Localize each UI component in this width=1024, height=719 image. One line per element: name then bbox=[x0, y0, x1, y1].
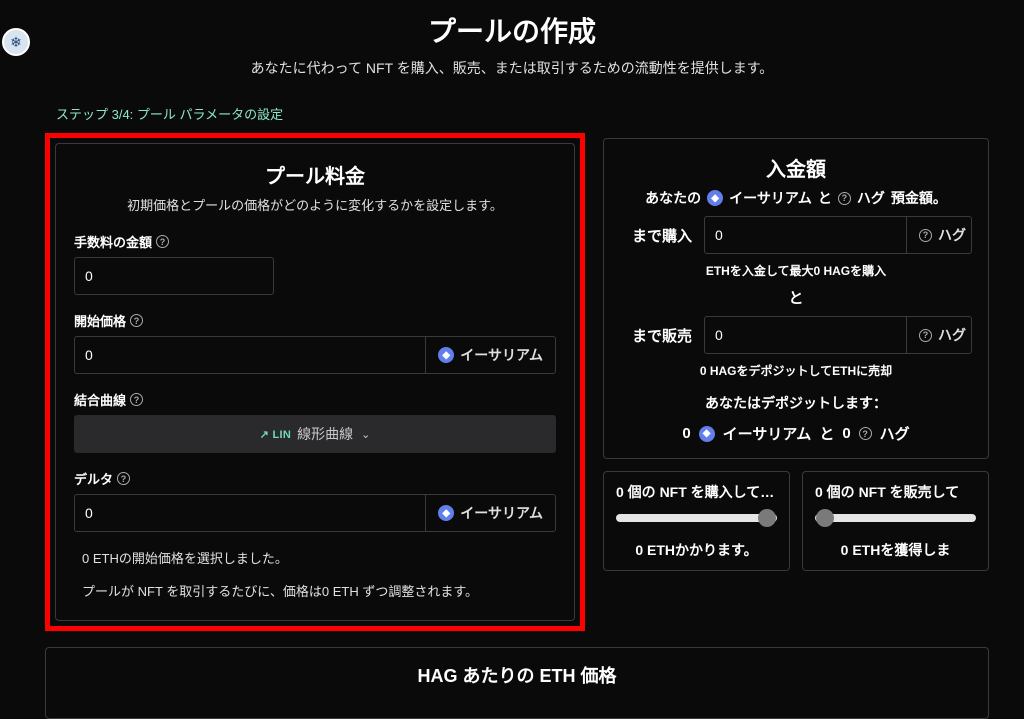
deposit-column: 入金額 あなたの ◆ イーサリアム と ? ハグ 預金額。 まで購入 ? ハグ bbox=[603, 138, 989, 631]
delta-input[interactable] bbox=[75, 495, 425, 531]
pricing-info-2: プールが NFT を取引するたびに、価格は0 ETH ずつ調整されます。 bbox=[82, 581, 548, 600]
start-price-field: 開始価格 ? ◆ イーサリアム bbox=[74, 311, 556, 374]
help-icon[interactable]: ? bbox=[156, 235, 169, 248]
price-chart-panel: HAG あたりの ETH 価格 bbox=[45, 647, 989, 719]
page-title: プールの作成 bbox=[0, 10, 1024, 50]
ethereum-icon: ◆ bbox=[438, 347, 454, 363]
page-header: プールの作成 あなたに代わって NFT を購入、販売、または取引するための流動性… bbox=[0, 0, 1024, 86]
slider-thumb[interactable] bbox=[816, 509, 834, 527]
start-price-input-row: ◆ イーサリアム bbox=[74, 336, 556, 374]
start-price-input[interactable] bbox=[75, 337, 425, 373]
fee-input[interactable] bbox=[75, 258, 274, 294]
deposit-panel: 入金額 あなたの ◆ イーサリアム と ? ハグ 預金額。 まで購入 ? ハグ bbox=[603, 138, 989, 459]
sell-input[interactable] bbox=[705, 317, 906, 353]
deposit-summary-values: 0 ◆ イーサリアム と 0 ? ハグ bbox=[620, 423, 972, 444]
curve-value: 線形曲線 bbox=[297, 424, 353, 444]
chevron-down-icon: ⌄ bbox=[361, 428, 370, 441]
fee-input-row: % bbox=[74, 257, 274, 295]
and-separator: と bbox=[620, 287, 972, 308]
deposit-summary-title: あなたはデポジットします： bbox=[620, 393, 972, 413]
buying-bottom: 0 ETHかかります。 bbox=[616, 540, 777, 560]
and-word: と bbox=[819, 423, 834, 444]
buy-suffix: ? ハグ bbox=[906, 217, 972, 253]
bonding-curve-field: 結合曲線 ? ↗ LIN 線形曲線 ⌄ bbox=[74, 390, 556, 453]
sell-input-row: ? ハグ bbox=[704, 316, 972, 354]
hag-label: ハグ bbox=[880, 423, 910, 444]
sub-suffix: 預金額。 bbox=[891, 188, 947, 208]
buying-title: 0 個の NFT を購入しています... bbox=[616, 482, 777, 502]
summary-hag-amount: 0 bbox=[842, 425, 850, 442]
help-icon[interactable]: ? bbox=[130, 393, 143, 406]
eth-label: イーサリアム bbox=[723, 423, 812, 444]
buy-label: まで購入 bbox=[620, 225, 692, 246]
eth-label: イーサリアム bbox=[460, 503, 543, 523]
sell-row: まで販売 ? ハグ bbox=[620, 316, 972, 354]
bonding-curve-select[interactable]: ↗ LIN 線形曲線 ⌄ bbox=[74, 415, 556, 453]
sell-note: 0 HAGをデポジットしてETHに売却 bbox=[620, 362, 972, 379]
slider-thumb[interactable] bbox=[758, 509, 776, 527]
pricing-title: プール料金 bbox=[74, 160, 556, 189]
pricing-desc: 初期価格とプールの価格がどのように変化するかを設定します。 bbox=[74, 195, 556, 214]
lin-tag: ↗ LIN bbox=[260, 428, 292, 441]
delta-field: デルタ ? ◆ イーサリアム bbox=[74, 469, 556, 532]
pricing-panel: プール料金 初期価格とプールの価格がどのように変化するかを設定します。 手数料の… bbox=[55, 143, 575, 621]
ethereum-icon: ◆ bbox=[707, 190, 723, 206]
help-icon[interactable]: ? bbox=[859, 427, 872, 440]
pricing-panel-highlight: プール料金 初期価格とプールの価格がどのように変化するかを設定します。 手数料の… bbox=[45, 133, 585, 631]
price-chart-title: HAG あたりの ETH 価格 bbox=[46, 662, 988, 688]
start-price-suffix: ◆ イーサリアム bbox=[425, 337, 555, 373]
selling-bottom: 0 ETHを獲得しま bbox=[815, 540, 976, 560]
twin-cards: 0 個の NFT を購入しています... 0 ETHかかります。 0 個の NF… bbox=[603, 471, 989, 571]
sub-prefix: あなたの bbox=[645, 188, 701, 208]
selling-title: 0 個の NFT を販売して bbox=[815, 482, 976, 502]
eth-label: イーサリアム bbox=[460, 345, 543, 365]
delta-suffix: ◆ イーサリアム bbox=[425, 495, 555, 531]
buying-slider[interactable] bbox=[616, 514, 777, 522]
sell-suffix: ? ハグ bbox=[906, 317, 972, 353]
help-icon[interactable]: ? bbox=[117, 472, 130, 485]
eth-label: イーサリアム bbox=[729, 188, 812, 208]
deposit-subtitle: あなたの ◆ イーサリアム と ? ハグ 預金額。 bbox=[620, 188, 972, 208]
selling-slider[interactable] bbox=[815, 514, 976, 522]
help-icon[interactable]: ? bbox=[130, 314, 143, 327]
start-price-label: 開始価格 bbox=[74, 311, 126, 330]
hag-label: ハグ bbox=[938, 225, 966, 245]
and-word: と bbox=[818, 188, 832, 208]
buy-input-row: ? ハグ bbox=[704, 216, 972, 254]
help-icon[interactable]: ? bbox=[919, 329, 932, 342]
help-icon[interactable]: ? bbox=[838, 192, 851, 205]
buy-input[interactable] bbox=[705, 217, 906, 253]
sell-label: まで販売 bbox=[620, 325, 692, 346]
buy-row: まで購入 ? ハグ bbox=[620, 216, 972, 254]
page-subtitle: あなたに代わって NFT を購入、販売、または取引するための流動性を提供します。 bbox=[0, 58, 1024, 78]
fee-label: 手数料の金額 bbox=[74, 232, 152, 251]
pricing-info-1: 0 ETHの開始価格を選択しました。 bbox=[82, 548, 548, 567]
deposit-title: 入金額 bbox=[620, 153, 972, 182]
buying-card: 0 個の NFT を購入しています... 0 ETHかかります。 bbox=[603, 471, 790, 571]
content-row: プール料金 初期価格とプールの価格がどのように変化するかを設定します。 手数料の… bbox=[0, 133, 1024, 631]
ethereum-icon: ◆ bbox=[699, 426, 715, 442]
summary-eth-amount: 0 bbox=[682, 425, 690, 442]
step-indicator: ステップ 3/4: プール パラメータの設定 bbox=[56, 104, 1024, 123]
hag-label: ハグ bbox=[938, 325, 966, 345]
fee-field: 手数料の金額 ? % bbox=[74, 232, 556, 295]
bonding-curve-label: 結合曲線 bbox=[74, 390, 126, 409]
selling-card: 0 個の NFT を販売して 0 ETHを獲得しま bbox=[802, 471, 989, 571]
hag-label: ハグ bbox=[857, 188, 885, 208]
avatar: ❄ bbox=[2, 28, 30, 56]
delta-label: デルタ bbox=[74, 469, 113, 488]
ethereum-icon: ◆ bbox=[438, 505, 454, 521]
delta-input-row: ◆ イーサリアム bbox=[74, 494, 556, 532]
help-icon[interactable]: ? bbox=[919, 229, 932, 242]
buy-note: ETHを入金して最大0 HAGを購入 bbox=[620, 262, 972, 279]
